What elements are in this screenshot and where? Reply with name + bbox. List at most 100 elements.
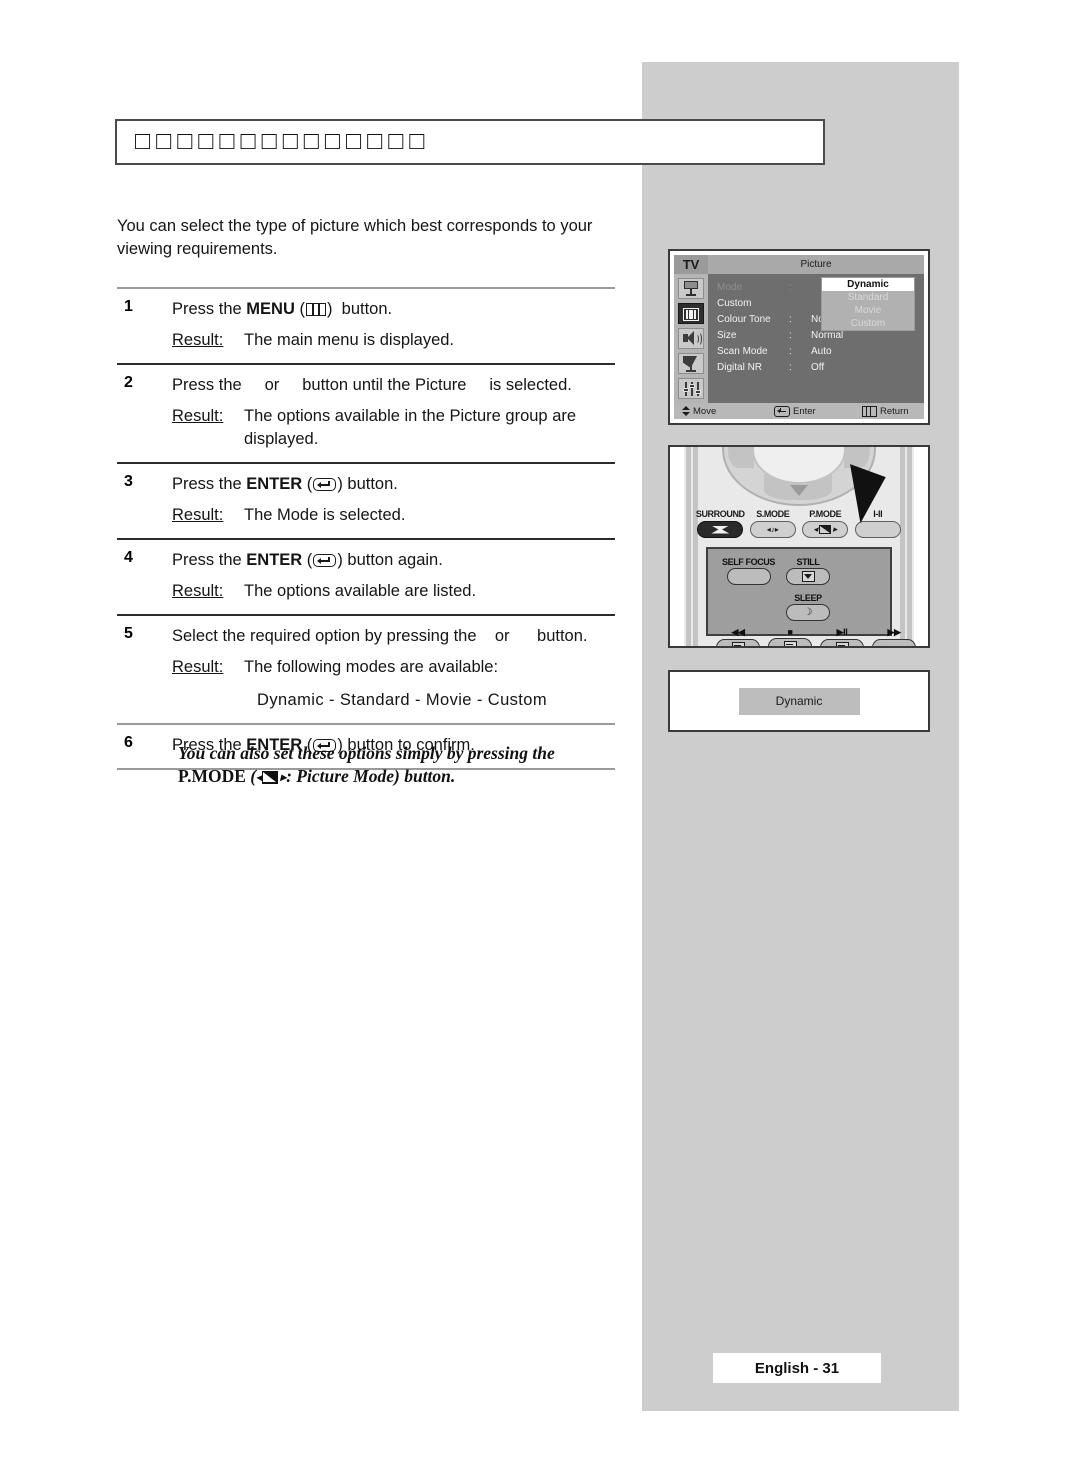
picture-icon[interactable] xyxy=(678,303,704,324)
remote-key[interactable]: ◂ ▸ xyxy=(802,521,849,538)
osd-row-digital-nr[interactable]: Digital NR : Off xyxy=(708,359,924,375)
step-instruction: Press the ENTER () button. xyxy=(172,473,615,496)
remote-button-label: ▶▶ xyxy=(887,627,901,637)
step-text-lead: Press the xyxy=(172,551,247,569)
remote-key[interactable]: ☽ xyxy=(786,604,830,621)
step-text-tail: or button until the Picture is selected. xyxy=(246,376,572,394)
step-text-lead: Select the required option by pressing t… xyxy=(172,627,482,645)
remote-button-label: STILL xyxy=(796,557,820,567)
remote-button-label: SELF FOCUS xyxy=(722,557,776,567)
step-key-name: ENTER xyxy=(246,475,303,493)
step-item: 3 Press the ENTER () button. Result: The… xyxy=(117,464,615,538)
step-instruction: Press the or button until the Picture is… xyxy=(172,374,615,397)
remote-button-label: S.MODE xyxy=(756,509,790,519)
enter-icon xyxy=(774,405,790,417)
page-title: □□□□□□□□□□□□□□ xyxy=(135,128,431,155)
satellite-dish-icon[interactable] xyxy=(678,353,704,374)
remote-key[interactable] xyxy=(820,639,864,646)
result-text: The following modes are available: xyxy=(244,658,499,676)
osd-tv-label: TV xyxy=(674,255,708,274)
result-label: Result: xyxy=(172,331,224,349)
dpad-left[interactable] xyxy=(728,447,754,468)
remote-button-smode[interactable]: S.MODE ◂♪▸ xyxy=(747,509,800,538)
remote-key[interactable] xyxy=(697,521,744,538)
osd-dropdown-option-standard[interactable]: Standard xyxy=(822,291,914,304)
stop-icon xyxy=(783,641,797,646)
osd-row-colon: : xyxy=(789,345,792,357)
remote-button-sleep[interactable]: SLEEP ☽ xyxy=(786,593,830,621)
step-text-mid: ( xyxy=(302,475,313,493)
sliders-icon[interactable] xyxy=(678,378,704,399)
osd-row-value: Off xyxy=(811,361,825,373)
osd-hint-move: Move xyxy=(682,406,774,417)
osd-row-label: Mode xyxy=(717,281,743,293)
osd-row-label: Scan Mode xyxy=(717,345,768,357)
osd-hint-return-label: Return xyxy=(880,405,909,417)
tip-note-tail: : Picture Mode) button. xyxy=(286,766,456,786)
speaker-icon[interactable] xyxy=(678,328,704,349)
remote-key[interactable] xyxy=(786,568,830,585)
remote-button-rewind[interactable]: ◀◀ xyxy=(716,627,760,646)
remote-key[interactable] xyxy=(716,639,760,646)
procedure-steps: 1 Press the MENU () button. Result: The … xyxy=(117,287,615,770)
step-text-mid: ( xyxy=(302,551,313,569)
step-number: 2 xyxy=(124,374,133,391)
remote-key[interactable]: ◂♪▸ xyxy=(749,521,796,538)
osd-row-value: Auto xyxy=(811,345,832,357)
available-modes: Dynamic - Standard - Movie - Custom xyxy=(257,691,547,709)
osd-hint-enter: Enter xyxy=(774,405,862,417)
result-label: Result: xyxy=(172,407,224,425)
remote-button-still[interactable]: STILL xyxy=(786,557,830,585)
result-text: The options available in the Picture gro… xyxy=(244,407,577,448)
osd-hint-enter-label: Enter xyxy=(793,405,816,417)
pmode-key-label: P.MODE xyxy=(178,766,246,786)
remote-button-stop[interactable]: ■ xyxy=(768,627,812,646)
still-icon xyxy=(801,571,815,582)
osd-hint-return: Return xyxy=(862,405,909,417)
step-item: 2 Press the or button until the Picture … xyxy=(117,365,615,462)
osd-row-colon: : xyxy=(789,313,792,325)
remote-button-self-focus[interactable]: SELF FOCUS xyxy=(722,557,775,585)
remote-button-surround[interactable]: SURROUND xyxy=(694,509,747,538)
step-result: Result: The options available in the Pic… xyxy=(172,405,615,451)
osd-mode-dropdown[interactable]: Dynamic Standard Movie Custom xyxy=(821,277,915,331)
chevron-down-icon xyxy=(790,485,808,496)
step-text-tail: or button. xyxy=(481,627,588,645)
result-text: The options available are listed. xyxy=(244,582,477,600)
remote-button-fast-forward[interactable]: ▶▶ xyxy=(872,627,916,646)
remote-key[interactable] xyxy=(726,568,771,585)
step-text-lead: Press the xyxy=(172,300,247,318)
osd-dropdown-option-dynamic[interactable]: Dynamic xyxy=(822,278,914,291)
osd-sidebar xyxy=(674,274,708,403)
remote-button-play-pause[interactable]: ▶II xyxy=(820,627,864,646)
osd-row-value: Normal xyxy=(811,329,844,341)
remote-button-label: SURROUND xyxy=(695,509,745,519)
osd-title: Picture xyxy=(800,259,832,270)
remote-key[interactable] xyxy=(872,639,916,646)
remote-button-label: ▶II xyxy=(836,627,848,637)
enter-icon xyxy=(313,478,337,491)
osd-dropdown-option-custom[interactable]: Custom xyxy=(822,317,914,330)
remote-body: SURROUND S.MODE ◂♪▸ P.MODE ◂ ▸ I-II SELF… xyxy=(684,447,916,646)
page-number-badge: English - 31 xyxy=(713,1353,881,1383)
step-item: 1 Press the MENU () button. Result: The … xyxy=(117,289,615,363)
osd-row-colon: : xyxy=(789,361,792,373)
result-mode-chip: Dynamic xyxy=(738,687,860,715)
pmode-icon: ◂ ▸ xyxy=(813,524,838,534)
osd-row-scan-mode[interactable]: Scan Mode : Auto xyxy=(708,343,924,359)
step-number: 5 xyxy=(124,625,133,642)
osd-hint-move-label: Move xyxy=(693,405,717,417)
osd-screenshot-frame: TV Picture Mode: Custom Colour Tone: S… xyxy=(668,249,930,425)
remote-button-label: SLEEP xyxy=(794,593,822,603)
dpad-right[interactable] xyxy=(844,447,870,468)
step-instruction: Press the ENTER () button again. xyxy=(172,549,615,572)
monitor-icon[interactable] xyxy=(678,278,704,299)
menu-icon xyxy=(305,303,326,316)
remote-button-label: ◀◀ xyxy=(731,627,745,637)
osd-row-label: Digital NR xyxy=(717,361,763,373)
osd-dropdown-option-movie[interactable]: Movie xyxy=(822,304,914,317)
page-title-box: □□□□□□□□□□□□□□ xyxy=(115,119,825,165)
tip-note: You can also set these options simply by… xyxy=(178,742,628,788)
remote-key[interactable] xyxy=(768,638,812,646)
remote-side-rail xyxy=(907,447,912,646)
